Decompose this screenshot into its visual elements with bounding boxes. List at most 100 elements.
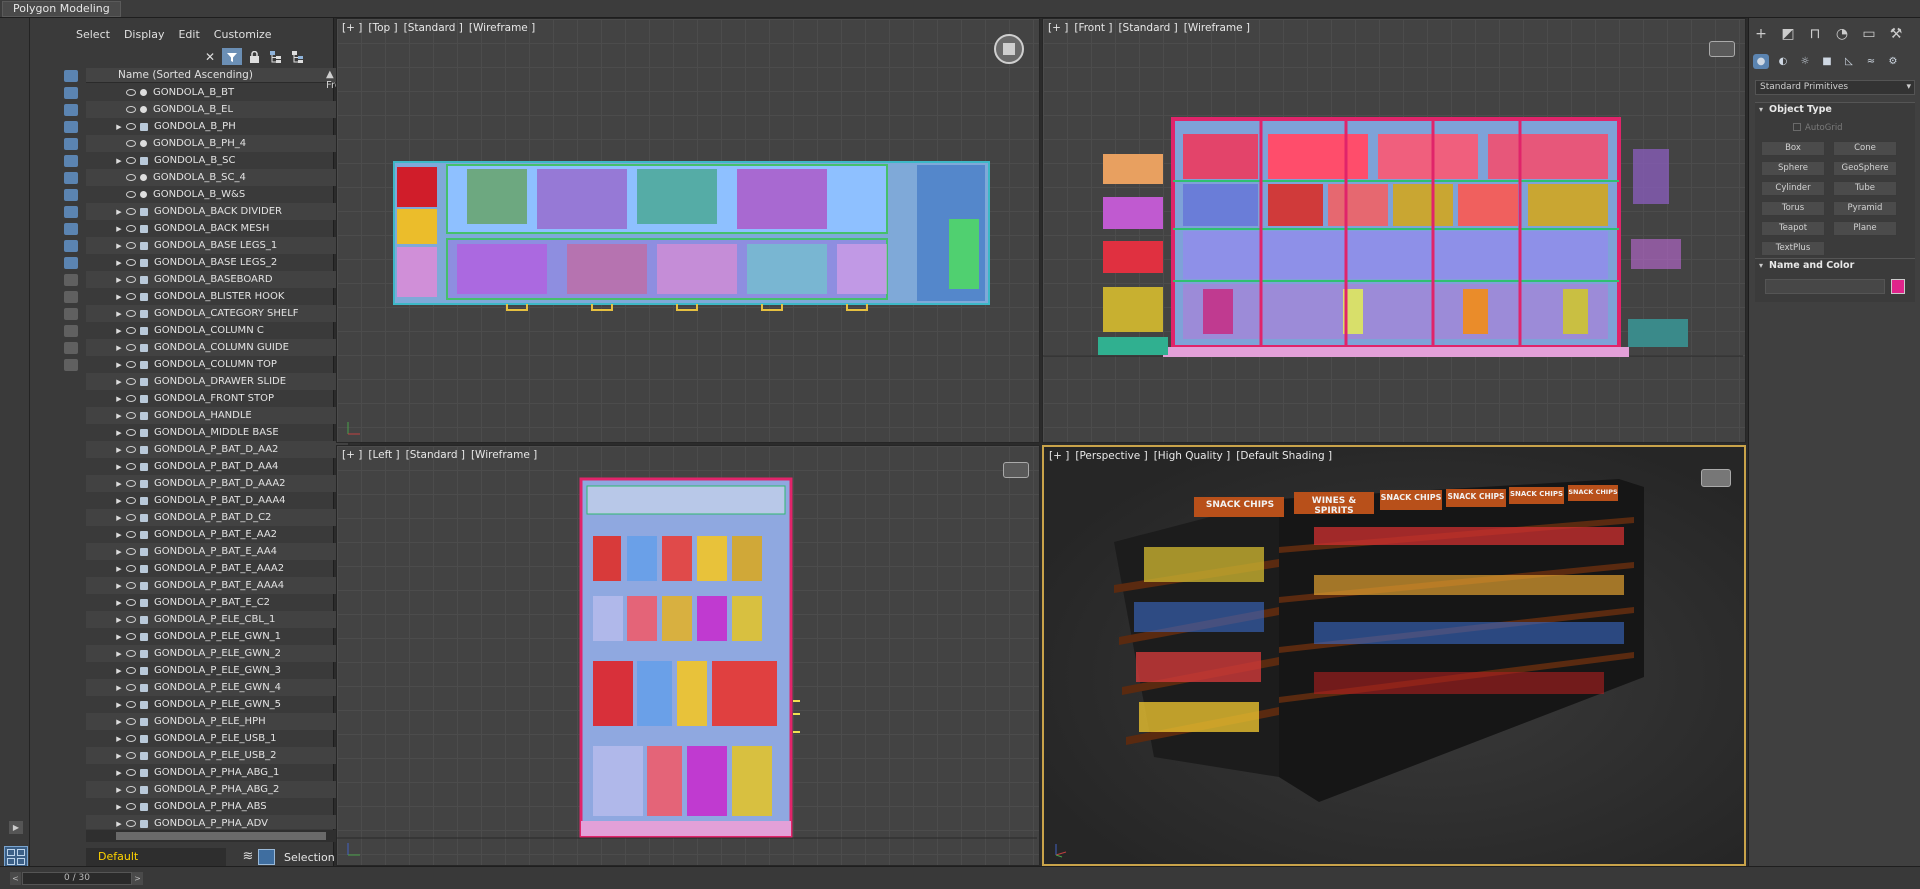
expand-arrow-icon[interactable]: ▶ bbox=[114, 820, 124, 828]
list-item[interactable]: ▶ GONDOLA_P_BAT_E_AAA4 bbox=[86, 577, 348, 594]
expand-arrow-icon[interactable]: ▶ bbox=[114, 378, 124, 386]
explorer-horizontal-scrollbar[interactable] bbox=[86, 830, 348, 842]
time-slider[interactable]: 0 / 30 bbox=[22, 872, 132, 885]
list-item[interactable]: ▶ GONDOLA_P_BAT_E_C2 bbox=[86, 594, 348, 611]
expand-arrow-icon[interactable]: ▶ bbox=[114, 633, 124, 641]
expand-arrow-icon[interactable]: ▶ bbox=[114, 684, 124, 692]
expand-arrow-icon[interactable]: ▶ bbox=[114, 276, 124, 284]
list-item[interactable]: ▶ GONDOLA_P_BAT_D_C2 bbox=[86, 509, 348, 526]
expand-arrow-icon[interactable]: ▶ bbox=[114, 361, 124, 369]
list-item[interactable]: ▶ GONDOLA_COLUMN TOP bbox=[86, 356, 348, 373]
filter-shapes-icon[interactable] bbox=[64, 87, 78, 99]
current-layer-dropdown[interactable]: Default bbox=[86, 848, 226, 866]
find-filter-icon[interactable] bbox=[64, 325, 78, 337]
menu-edit[interactable]: Edit bbox=[172, 28, 207, 41]
visibility-eye-icon[interactable] bbox=[126, 191, 136, 198]
expand-arrow-icon[interactable]: ▶ bbox=[114, 157, 124, 165]
expand-arrow-icon[interactable]: ▶ bbox=[114, 310, 124, 318]
expand-arrow-icon[interactable]: ▶ bbox=[114, 786, 124, 794]
list-item[interactable]: ▶ GONDOLA_P_ELE_GWN_2 bbox=[86, 645, 348, 662]
list-item[interactable]: ▶ GONDOLA_P_BAT_D_AA4 bbox=[86, 458, 348, 475]
list-item[interactable]: GONDOLA_B_W&S bbox=[86, 186, 348, 203]
expand-arrow-icon[interactable]: ▶ bbox=[114, 582, 124, 590]
list-item[interactable]: ▶ GONDOLA_BACK DIVIDER bbox=[86, 203, 348, 220]
menu-display[interactable]: Display bbox=[118, 28, 173, 41]
list-item[interactable]: ▶ GONDOLA_P_BAT_D_AA2 bbox=[86, 441, 348, 458]
bag-icon[interactable] bbox=[64, 359, 78, 371]
expand-arrow-icon[interactable]: ▶ bbox=[114, 548, 124, 556]
scroll-thumb[interactable] bbox=[116, 832, 326, 840]
display-tab-icon[interactable]: ▭ bbox=[1861, 26, 1877, 42]
play-icon[interactable]: ▶ bbox=[9, 821, 23, 834]
expand-arrow-icon[interactable]: ▶ bbox=[114, 327, 124, 335]
list-item[interactable]: ▶ GONDOLA_P_ELE_GWN_3 bbox=[86, 662, 348, 679]
list-item[interactable]: GONDOLA_B_EL bbox=[86, 101, 348, 118]
list-item[interactable]: ▶ GONDOLA_P_ELE_GWN_5 bbox=[86, 696, 348, 713]
filter-lights-icon[interactable] bbox=[64, 104, 78, 116]
list-item[interactable]: ▶ GONDOLA_B_PH bbox=[86, 118, 348, 135]
visibility-eye-icon[interactable] bbox=[126, 786, 136, 793]
viewport-left[interactable]: [+ ] [Left ] [Standard ] [Wireframe ] bbox=[336, 445, 1040, 866]
expand-arrow-icon[interactable]: ▶ bbox=[114, 123, 124, 131]
visibility-eye-icon[interactable] bbox=[126, 89, 136, 96]
expand-arrow-icon[interactable]: ▶ bbox=[114, 803, 124, 811]
list-item[interactable]: ▶ GONDOLA_P_PHA_ABS bbox=[86, 798, 348, 815]
lights-icon[interactable]: ☼ bbox=[1797, 54, 1813, 69]
visibility-eye-icon[interactable] bbox=[126, 565, 136, 572]
list-item[interactable]: GONDOLA_B_SC_4 bbox=[86, 169, 348, 186]
geosphere-button[interactable]: GeoSphere bbox=[1833, 161, 1897, 176]
autogrid-checkbox[interactable]: AutoGrid bbox=[1793, 123, 1843, 133]
visibility-eye-icon[interactable] bbox=[126, 140, 136, 147]
box-button[interactable]: Box bbox=[1761, 141, 1825, 156]
spacewarps-icon[interactable]: ≈ bbox=[1863, 54, 1879, 69]
viewport-layout-button[interactable] bbox=[4, 846, 28, 868]
viewport-perspective[interactable]: [+ ] [Perspective ] [High Quality ] [Def… bbox=[1042, 445, 1746, 866]
visibility-eye-icon[interactable] bbox=[126, 225, 136, 232]
modify-tab-icon[interactable]: ◩ bbox=[1780, 26, 1796, 42]
filter-helpers-icon[interactable] bbox=[64, 138, 78, 150]
list-item[interactable]: ▶ GONDOLA_DRAWER SLIDE bbox=[86, 373, 348, 390]
name-and-color-title[interactable]: Name and Color bbox=[1755, 259, 1915, 273]
object-name-input[interactable] bbox=[1765, 279, 1885, 294]
list-item[interactable]: ▶ GONDOLA_COLUMN C bbox=[86, 322, 348, 339]
filter-groups-icon[interactable] bbox=[64, 172, 78, 184]
expand-arrow-icon[interactable]: ▶ bbox=[114, 480, 124, 488]
visibility-eye-icon[interactable] bbox=[126, 412, 136, 419]
visibility-eye-icon[interactable] bbox=[126, 327, 136, 334]
list-item[interactable]: ▶ GONDOLA_FRONT STOP bbox=[86, 390, 348, 407]
expand-arrow-icon[interactable]: ▶ bbox=[114, 259, 124, 267]
visibility-eye-icon[interactable] bbox=[126, 361, 136, 368]
visibility-eye-icon[interactable] bbox=[126, 157, 136, 164]
list-item[interactable]: ▶ GONDOLA_P_ELE_HPH bbox=[86, 713, 348, 730]
list-item[interactable]: ▶ GONDOLA_P_PHA_ABG_1 bbox=[86, 764, 348, 781]
next-frame-button[interactable]: > bbox=[132, 872, 143, 885]
visibility-eye-icon[interactable] bbox=[126, 293, 136, 300]
list-item[interactable]: ▶ GONDOLA_COLUMN GUIDE bbox=[86, 339, 348, 356]
ribbon-tab-polygon-modeling[interactable]: Polygon Modeling bbox=[2, 1, 121, 17]
filter-xrefs-icon[interactable] bbox=[64, 189, 78, 201]
expand-arrow-icon[interactable]: ▶ bbox=[114, 752, 124, 760]
clear-filter-icon[interactable]: ✕ bbox=[200, 48, 220, 65]
lock-icon[interactable] bbox=[244, 48, 264, 65]
list-item[interactable]: ▶ GONDOLA_P_BAT_D_AAA2 bbox=[86, 475, 348, 492]
list-item[interactable]: ▶ GONDOLA_BASEBOARD bbox=[86, 271, 348, 288]
visibility-eye-icon[interactable] bbox=[126, 174, 136, 181]
expand-arrow-icon[interactable]: ▶ bbox=[114, 208, 124, 216]
expand-arrow-icon[interactable]: ▶ bbox=[114, 701, 124, 709]
list-item[interactable]: ▶ GONDOLA_P_BAT_E_AA4 bbox=[86, 543, 348, 560]
visibility-eye-icon[interactable] bbox=[126, 684, 136, 691]
list-item[interactable]: ▶ GONDOLA_P_ELE_USB_1 bbox=[86, 730, 348, 747]
list-item[interactable]: ▶ GONDOLA_HANDLE bbox=[86, 407, 348, 424]
visibility-eye-icon[interactable] bbox=[126, 803, 136, 810]
filter-icon[interactable] bbox=[222, 48, 242, 65]
visibility-eye-icon[interactable] bbox=[126, 429, 136, 436]
teapot-button[interactable]: Teapot bbox=[1761, 221, 1825, 236]
expand-arrow-icon[interactable]: ▶ bbox=[114, 429, 124, 437]
list-item[interactable]: ▶ GONDOLA_BLISTER HOOK bbox=[86, 288, 348, 305]
visibility-eye-icon[interactable] bbox=[126, 208, 136, 215]
textplus-button[interactable]: TextPlus bbox=[1761, 241, 1825, 256]
object-type-title[interactable]: Object Type bbox=[1755, 103, 1915, 117]
expand-arrow-icon[interactable]: ▶ bbox=[114, 599, 124, 607]
cone-button[interactable]: Cone bbox=[1833, 141, 1897, 156]
menu-customize[interactable]: Customize bbox=[208, 28, 280, 41]
